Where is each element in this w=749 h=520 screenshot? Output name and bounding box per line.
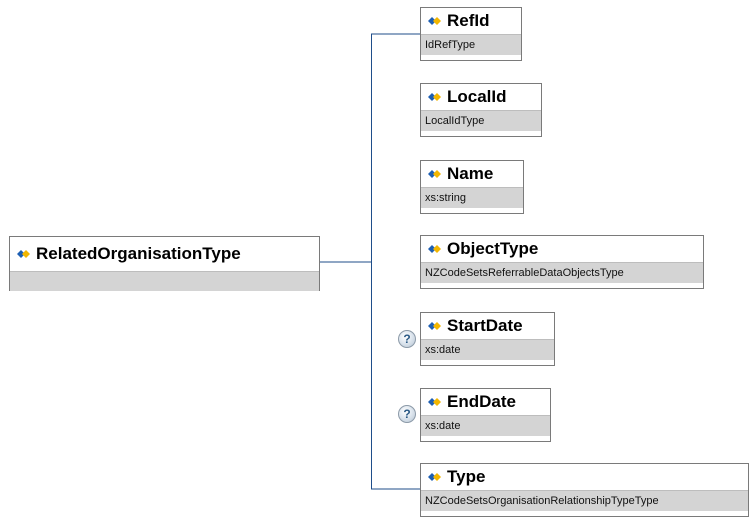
optional-marker-icon: ? <box>398 405 416 423</box>
element-icon <box>428 17 441 25</box>
element-type: xs:date <box>421 339 554 360</box>
child-element-refid[interactable]: RefId IdRefType <box>420 7 522 61</box>
element-name: LocalId <box>447 87 507 106</box>
element-icon <box>428 93 441 101</box>
element-header: StartDate <box>421 313 554 339</box>
child-element-objecttype[interactable]: ObjectType NZCodeSetsReferrableDataObjec… <box>420 235 704 289</box>
element-header: ObjectType <box>421 236 703 262</box>
root-element-header: RelatedOrganisationType <box>10 237 319 271</box>
element-header: LocalId <box>421 84 541 110</box>
root-element-node[interactable]: RelatedOrganisationType <box>9 236 320 291</box>
element-type: LocalIdType <box>421 110 541 131</box>
optional-marker-icon: ? <box>398 330 416 348</box>
element-name: StartDate <box>447 316 523 335</box>
element-type: NZCodeSetsOrganisationRelationshipTypeTy… <box>421 490 748 511</box>
element-icon <box>428 170 441 178</box>
child-element-type[interactable]: Type NZCodeSetsOrganisationRelationshipT… <box>420 463 749 517</box>
element-icon <box>428 398 441 406</box>
child-element-startdate[interactable]: StartDate xs:date <box>420 312 555 366</box>
element-name: EndDate <box>447 392 516 411</box>
child-element-localid[interactable]: LocalId LocalIdType <box>420 83 542 137</box>
element-header: Name <box>421 161 523 187</box>
element-name: RefId <box>447 11 490 30</box>
child-element-enddate[interactable]: EndDate xs:date <box>420 388 551 442</box>
element-header: Type <box>421 464 748 490</box>
root-element-type <box>10 271 319 291</box>
element-type: xs:date <box>421 415 550 436</box>
element-name: Name <box>447 164 494 183</box>
root-element-name: RelatedOrganisationType <box>36 244 241 263</box>
element-icon <box>428 322 441 330</box>
element-name: Type <box>447 467 486 486</box>
element-type: xs:string <box>421 187 523 208</box>
element-type: NZCodeSetsReferrableDataObjectsType <box>421 262 703 283</box>
element-header: RefId <box>421 8 521 34</box>
element-icon <box>428 473 441 481</box>
element-icon <box>17 250 30 258</box>
element-type: IdRefType <box>421 34 521 55</box>
child-element-name[interactable]: Name xs:string <box>420 160 524 214</box>
element-header: EndDate <box>421 389 550 415</box>
element-name: ObjectType <box>447 239 539 258</box>
element-icon <box>428 245 441 253</box>
